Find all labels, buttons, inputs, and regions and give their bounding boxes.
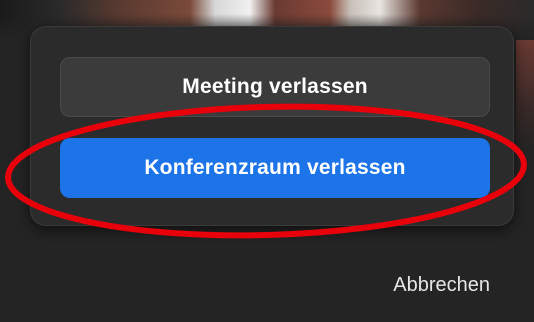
leave-breakout-room-button[interactable]: Konferenzraum verlassen [60, 138, 490, 198]
cancel-button[interactable]: Abbrechen [393, 274, 490, 297]
leave-options-panel: Meeting verlassen Konferenzraum verlasse… [30, 26, 514, 226]
leave-meeting-button[interactable]: Meeting verlassen [60, 57, 490, 117]
leave-dialog-screen: Meeting verlassen Konferenzraum verlasse… [0, 0, 534, 322]
background-video-edge [516, 40, 534, 150]
